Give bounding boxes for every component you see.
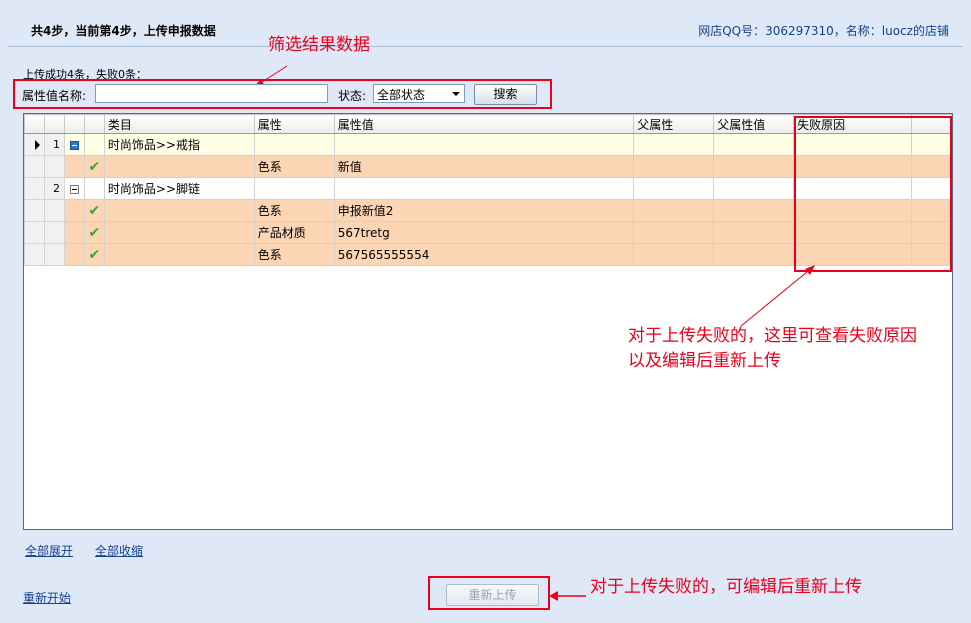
parent-attr-cell[interactable] bbox=[633, 177, 715, 200]
parent-value-cell[interactable] bbox=[713, 221, 795, 244]
category-cell[interactable] bbox=[103, 221, 255, 244]
check-icon: ✔ bbox=[88, 246, 101, 263]
attr-cell[interactable]: 色系 bbox=[253, 199, 335, 222]
value-cell[interactable]: 567565555554 bbox=[333, 243, 635, 266]
current-row-pointer-icon bbox=[34, 140, 40, 150]
collapse-all-link[interactable]: 全部收缩 bbox=[95, 542, 143, 559]
reupload-annotation: 对于上传失败的，可编辑后重新上传 bbox=[590, 577, 862, 597]
parent-attr-cell[interactable] bbox=[633, 221, 715, 244]
category-cell[interactable]: 时尚饰品>>脚链 bbox=[103, 177, 255, 200]
value-cell[interactable] bbox=[333, 177, 635, 200]
attr-name-label: 属性值名称: bbox=[22, 89, 87, 103]
shop-info: 网店QQ号：306297310，名称：luocz的店铺 bbox=[698, 24, 949, 38]
column-header[interactable]: 父属性值 bbox=[713, 114, 795, 134]
attr-name-input[interactable] bbox=[95, 84, 328, 103]
attr-cell[interactable] bbox=[253, 177, 335, 200]
attr-cell[interactable] bbox=[253, 133, 335, 156]
parent-attr-cell[interactable] bbox=[633, 155, 715, 178]
chevron-down-icon bbox=[452, 92, 460, 96]
parent-value-cell[interactable] bbox=[713, 177, 795, 200]
attr-cell[interactable]: 产品材质 bbox=[253, 221, 335, 244]
category-cell[interactable] bbox=[103, 243, 255, 266]
column-header[interactable]: 属性 bbox=[253, 114, 335, 134]
category-cell[interactable] bbox=[103, 155, 255, 178]
collapse-icon[interactable] bbox=[69, 140, 79, 150]
reupload-annotation-arrow bbox=[549, 591, 586, 601]
check-icon: ✔ bbox=[88, 224, 101, 241]
filter-annotation: 筛选结果数据 bbox=[268, 35, 370, 55]
restart-link[interactable]: 重新开始 bbox=[23, 589, 71, 606]
status-label: 状态: bbox=[338, 89, 367, 103]
row-number bbox=[43, 221, 65, 244]
column-header[interactable]: 属性值 bbox=[333, 114, 635, 134]
column-header[interactable]: 父属性 bbox=[633, 114, 715, 134]
reupload-button[interactable]: 重新上传 bbox=[446, 584, 539, 606]
collapse-icon[interactable] bbox=[69, 184, 79, 194]
parent-value-cell[interactable] bbox=[713, 199, 795, 222]
fail-reason-annotation-arrow bbox=[740, 265, 815, 327]
row-number bbox=[43, 199, 65, 222]
row-number bbox=[43, 155, 65, 178]
status-select[interactable]: 全部状态 bbox=[373, 84, 465, 103]
value-cell[interactable]: 申报新值2 bbox=[333, 199, 635, 222]
parent-value-cell[interactable] bbox=[713, 155, 795, 178]
parent-attr-cell[interactable] bbox=[633, 133, 715, 156]
column-header[interactable]: 类目 bbox=[103, 114, 255, 134]
fail-reason-highlight-box bbox=[794, 116, 952, 272]
value-cell[interactable] bbox=[333, 133, 635, 156]
value-cell[interactable]: 567tretg bbox=[333, 221, 635, 244]
row-number bbox=[43, 243, 65, 266]
status-selected-value: 全部状态 bbox=[377, 88, 426, 102]
parent-attr-cell[interactable] bbox=[633, 243, 715, 266]
check-icon: ✔ bbox=[88, 202, 101, 219]
parent-value-cell[interactable] bbox=[713, 133, 795, 156]
category-cell[interactable] bbox=[103, 199, 255, 222]
header-divider bbox=[8, 46, 963, 47]
row-number: 1 bbox=[43, 133, 65, 156]
expand-all-link[interactable]: 全部展开 bbox=[25, 542, 73, 559]
parent-attr-cell[interactable] bbox=[633, 199, 715, 222]
fail-reason-annotation-line2: 以及编辑后重新上传 bbox=[628, 351, 781, 371]
step-title: 共4步，当前第4步，上传申报数据 bbox=[31, 24, 216, 38]
attr-cell[interactable]: 色系 bbox=[253, 243, 335, 266]
row-number: 2 bbox=[43, 177, 65, 200]
attr-cell[interactable]: 色系 bbox=[253, 155, 335, 178]
value-cell[interactable]: 新值 bbox=[333, 155, 635, 178]
category-cell[interactable]: 时尚饰品>>戒指 bbox=[103, 133, 255, 156]
search-button[interactable]: 搜索 bbox=[474, 84, 537, 105]
fail-reason-annotation-line1: 对于上传失败的，这里可查看失败原因 bbox=[628, 326, 917, 346]
check-icon: ✔ bbox=[88, 158, 101, 175]
